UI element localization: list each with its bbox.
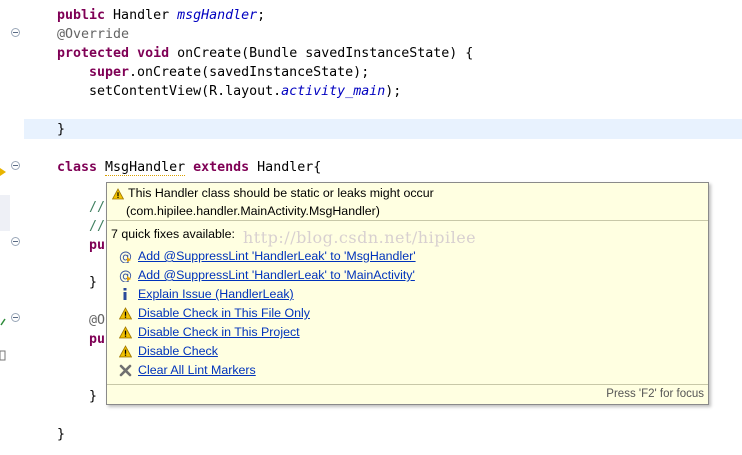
code-line: // — [89, 200, 106, 215]
class-name-warning[interactable]: MsgHandler — [105, 160, 186, 176]
warning-icon — [117, 305, 133, 321]
warning-icon — [117, 343, 133, 359]
code-line: @Override — [57, 27, 130, 42]
at-annotation-icon: @ — [117, 267, 133, 283]
warning-icon — [117, 324, 133, 340]
quick-fix-link[interactable]: Disable Check — [138, 344, 218, 358]
code-line: } — [57, 427, 66, 442]
quick-fix-link[interactable]: Disable Check in This Project — [138, 325, 300, 339]
focus-hint: Press 'F2' for focus — [606, 388, 704, 400]
field-name: msgHandler — [177, 8, 258, 23]
clear-markers-icon — [117, 362, 133, 378]
code-line: // — [89, 219, 106, 234]
override-marker-icon[interactable] — [0, 312, 6, 331]
code-text: ; — [257, 8, 266, 23]
keyword: extends — [193, 160, 250, 175]
quick-fix-link[interactable]: Add @SuppressLint 'HandlerLeak' to 'MsgH… — [138, 249, 416, 263]
code-line: protected void onCreate(Bundle savedInst… — [57, 44, 473, 63]
lint-warning-icon — [111, 188, 125, 200]
lint-message: This Handler class should be static or l… — [128, 186, 434, 200]
code-line: pu — [89, 238, 106, 253]
quick-fix-link[interactable]: Disable Check in This File Only — [138, 306, 310, 320]
code-line: super.onCreate(savedInstanceState); — [89, 63, 369, 82]
quick-fix-item[interactable]: Disable Check in This Project — [117, 323, 300, 341]
code-line: class MsgHandler extends Handler{ — [57, 158, 321, 177]
current-line-highlight — [24, 119, 742, 139]
quick-fix-item[interactable]: Clear All Lint Markers — [117, 361, 256, 379]
code-line: } — [89, 275, 98, 290]
popup-footer: Press 'F2' for focus — [107, 384, 708, 404]
code-line: @O — [89, 313, 106, 328]
svg-text:@: @ — [119, 269, 132, 282]
code-line: setContentView(R.layout.activity_main); — [89, 82, 401, 101]
quick-fix-item[interactable]: @ Add @SuppressLint 'HandlerLeak' to 'Ms… — [117, 247, 416, 265]
quick-fix-item[interactable]: Disable Check in This File Only — [117, 304, 310, 322]
code-line: public Handler msgHandler; — [57, 6, 265, 25]
quick-fix-popup[interactable]: This Handler class should be static or l… — [106, 182, 709, 405]
quick-fix-link[interactable]: Clear All Lint Markers — [138, 363, 256, 377]
quick-fix-count: 7 quick fixes available: — [111, 227, 235, 241]
editor-gutter[interactable] — [0, 0, 24, 455]
quick-fix-item[interactable]: Disable Check — [117, 342, 218, 360]
fold-collapse-icon[interactable] — [11, 161, 20, 170]
fold-collapse-icon[interactable] — [11, 313, 20, 322]
code-text: setContentView(R.layout. — [89, 84, 282, 99]
popup-header: This Handler class should be static or l… — [107, 183, 708, 221]
code-line: } — [89, 389, 98, 404]
keyword: class — [57, 160, 98, 175]
keyword: public — [57, 8, 106, 23]
lint-message-detail: (com.hipilee.handler.MainActivity.MsgHan… — [126, 204, 380, 218]
code-line: pu — [89, 332, 106, 347]
code-text: onCreate(Bundle savedInstanceState) { — [169, 46, 474, 61]
keyword: void — [137, 46, 170, 61]
fold-collapse-icon[interactable] — [11, 237, 20, 246]
info-icon — [117, 286, 133, 302]
lint-warning-marker-icon[interactable] — [0, 162, 6, 181]
fold-collapse-icon[interactable] — [11, 28, 20, 37]
code-text: Handler — [105, 8, 178, 23]
keyword: protected — [57, 46, 130, 61]
gutter-range-marker — [0, 195, 10, 231]
code-text: .onCreate(savedInstanceState); — [129, 65, 370, 80]
code-line: } — [57, 122, 66, 137]
implements-marker-icon[interactable] — [0, 347, 6, 366]
field-name: activity_main — [281, 84, 386, 99]
svg-text:@: @ — [119, 250, 132, 263]
quick-fix-link[interactable]: Add @SuppressLint 'HandlerLeak' to 'Main… — [138, 268, 415, 282]
quick-fix-item[interactable]: @ Add @SuppressLint 'HandlerLeak' to 'Ma… — [117, 266, 415, 284]
keyword: super — [89, 65, 130, 80]
at-annotation-icon: @ — [117, 248, 133, 264]
quick-fix-item[interactable]: Explain Issue (HandlerLeak) — [117, 285, 294, 303]
quick-fix-link[interactable]: Explain Issue (HandlerLeak) — [138, 287, 294, 301]
code-text: ); — [385, 84, 402, 99]
code-text: Handler{ — [249, 160, 322, 175]
